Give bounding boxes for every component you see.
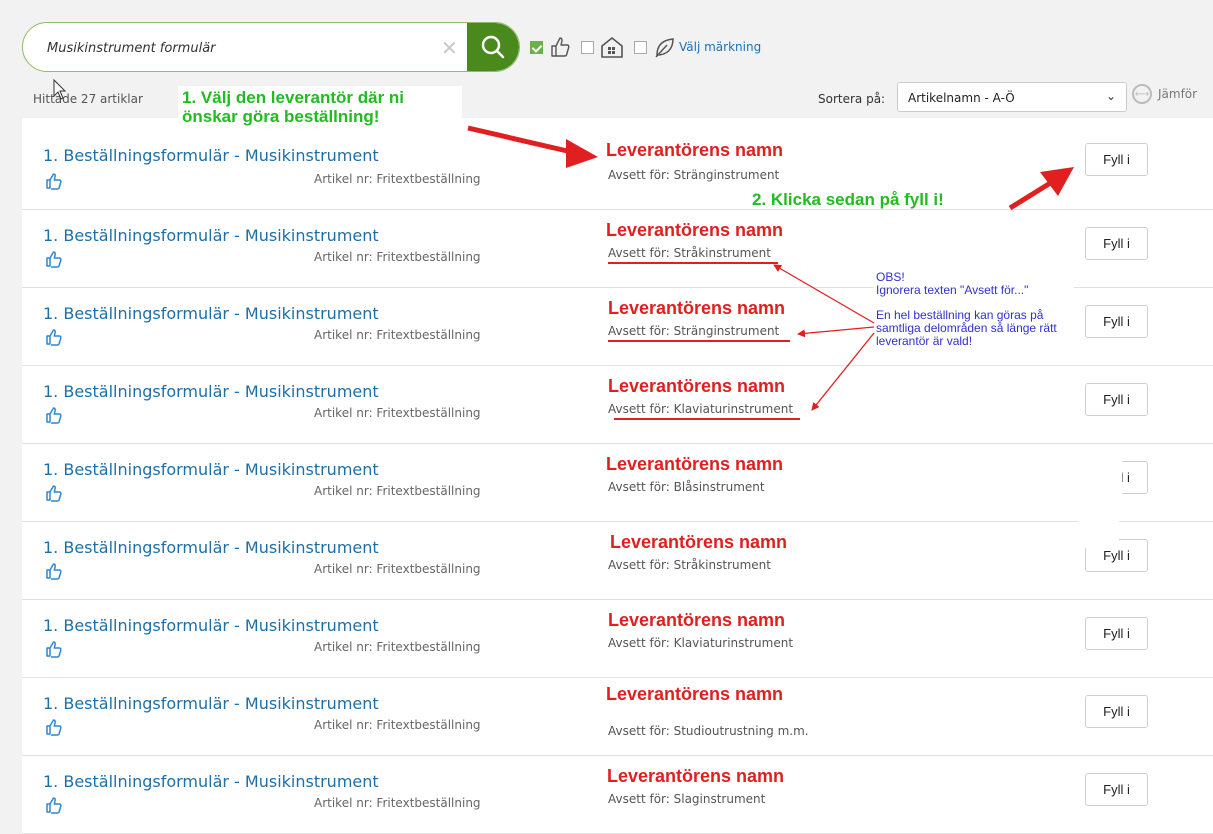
intended-for: Avsett för: Blåsinstrument bbox=[608, 480, 765, 494]
thumbs-up-icon bbox=[45, 484, 63, 506]
chevron-down-icon: ⌄ bbox=[1105, 89, 1116, 103]
annotation-underline bbox=[608, 340, 790, 342]
thumbs-up-icon bbox=[45, 328, 63, 350]
annotation-step1: 1. Välj den leverantör där ni önskar gör… bbox=[178, 86, 462, 128]
thumbs-up-icon bbox=[45, 718, 63, 740]
search-button[interactable] bbox=[467, 23, 519, 71]
annotation-obs: OBS! Ignorera texten "Avsett för..." En … bbox=[874, 269, 1074, 350]
article-number: Artikel nr: Fritextbeställning bbox=[314, 640, 481, 654]
intended-for: Avsett för: Klaviaturinstrument bbox=[608, 402, 794, 416]
sort-value: Artikelnamn - A-Ö bbox=[908, 91, 1015, 105]
list-item: 1. Beställningsformulär - Musikinstrumen… bbox=[22, 522, 1213, 600]
fill-in-button[interactable]: Fyll i bbox=[1085, 227, 1148, 260]
supplier-name: Leverantörens namn bbox=[606, 454, 784, 474]
search-input[interactable] bbox=[45, 23, 449, 71]
clear-icon[interactable]: ✕ bbox=[441, 36, 458, 60]
supplier-name: Leverantörens namn bbox=[606, 140, 784, 160]
thumbs-up-icon bbox=[45, 796, 63, 818]
fill-in-button[interactable]: Fyll i bbox=[1085, 695, 1148, 728]
item-title-link[interactable]: 1. Beställningsformulär - Musikinstrumen… bbox=[43, 460, 379, 479]
intended-for: Avsett för: Studioutrustning m.m. bbox=[608, 724, 809, 738]
intended-for: Avsett för: Stränginstrument bbox=[608, 168, 780, 182]
eco-label-checkbox[interactable] bbox=[634, 40, 647, 54]
item-title-link[interactable]: 1. Beställningsformulär - Musikinstrumen… bbox=[43, 146, 379, 165]
article-number: Artikel nr: Fritextbeställning bbox=[314, 718, 481, 732]
supplier-name: Leverantörens namn bbox=[608, 376, 786, 396]
article-number: Artikel nr: Fritextbeställning bbox=[314, 562, 481, 576]
compare-icon: ⟷ bbox=[1132, 84, 1152, 104]
municipality-checkbox[interactable] bbox=[581, 40, 594, 54]
intended-for: Avsett för: Klaviaturinstrument bbox=[608, 636, 794, 650]
filter-row: Välj märkning bbox=[530, 33, 761, 61]
item-title-link[interactable]: 1. Beställningsformulär - Musikinstrumen… bbox=[43, 382, 379, 401]
article-number: Artikel nr: Fritextbeställning bbox=[314, 406, 481, 420]
supplier-name: Leverantörens namn bbox=[610, 532, 788, 552]
compare-button[interactable]: ⟷ Jämför bbox=[1132, 84, 1197, 104]
article-number: Artikel nr: Fritextbeställning bbox=[314, 484, 481, 498]
intended-for: Avsett för: Stråkinstrument bbox=[608, 558, 771, 572]
item-title-link[interactable]: 1. Beställningsformulär - Musikinstrumen… bbox=[43, 772, 379, 791]
search-icon bbox=[481, 35, 505, 59]
search-box: ✕ bbox=[22, 22, 520, 72]
list-item: 1. Beställningsformulär - Musikinstrumen… bbox=[22, 678, 1213, 756]
item-title-link[interactable]: 1. Beställningsformulär - Musikinstrumen… bbox=[43, 538, 379, 557]
annotation-underline bbox=[608, 262, 778, 264]
item-title-link[interactable]: 1. Beställningsformulär - Musikinstrumen… bbox=[43, 616, 379, 635]
intended-for: Avsett för: Slaginstrument bbox=[608, 792, 766, 806]
thumbs-up-icon bbox=[45, 562, 63, 584]
choose-label-link[interactable]: Välj märkning bbox=[679, 40, 761, 54]
list-item: 1. Beställningsformulär - Musikinstrumen… bbox=[22, 366, 1213, 444]
intended-for: Avsett för: Stråkinstrument bbox=[608, 246, 771, 260]
thumbs-up-icon bbox=[45, 250, 63, 272]
supplier-name: Leverantörens namn bbox=[607, 766, 785, 786]
item-title-link[interactable]: 1. Beställningsformulär - Musikinstrumen… bbox=[43, 226, 379, 245]
fill-in-button[interactable]: Fyll i bbox=[1085, 383, 1148, 416]
fill-in-button[interactable]: Fyll i bbox=[1085, 305, 1148, 338]
supplier-name: Leverantörens namn bbox=[606, 220, 784, 240]
article-number: Artikel nr: Fritextbeställning bbox=[314, 250, 481, 264]
article-number: Artikel nr: Fritextbeställning bbox=[314, 328, 481, 342]
thumbs-up-icon bbox=[45, 640, 63, 662]
list-item: 1. Beställningsformulär - Musikinstrumen… bbox=[22, 756, 1213, 834]
fill-in-button[interactable]: Fyll i bbox=[1085, 773, 1148, 806]
building-icon bbox=[600, 35, 624, 59]
item-title-link[interactable]: 1. Beställningsformulär - Musikinstrumen… bbox=[43, 304, 379, 323]
fill-in-button[interactable]: Fyll i bbox=[1085, 617, 1148, 650]
thumbs-up-icon bbox=[45, 172, 63, 194]
list-item: 1. Beställningsformulär - Musikinstrumen… bbox=[22, 118, 1213, 210]
sort-label: Sortera på: bbox=[818, 92, 886, 106]
fill-in-button[interactable]: Fyll i bbox=[1085, 143, 1148, 176]
compare-label: Jämför bbox=[1158, 87, 1198, 101]
thumbs-up-icon bbox=[549, 36, 571, 58]
annotation-step2: 2. Klicka sedan på fyll i! bbox=[752, 190, 944, 209]
favorites-checkbox[interactable] bbox=[530, 40, 543, 54]
annotation-mask bbox=[1079, 478, 1119, 548]
article-number: Artikel nr: Fritextbeställning bbox=[314, 796, 481, 810]
supplier-name: Leverantörens namn bbox=[608, 298, 786, 318]
article-number: Artikel nr: Fritextbeställning bbox=[314, 172, 481, 186]
item-title-link[interactable]: 1. Beställningsformulär - Musikinstrumen… bbox=[43, 694, 379, 713]
supplier-name: Leverantörens namn bbox=[608, 610, 786, 630]
leaf-icon bbox=[653, 36, 675, 58]
intended-for: Avsett för: Stränginstrument bbox=[608, 324, 780, 338]
list-item: 1. Beställningsformulär - Musikinstrumen… bbox=[22, 600, 1213, 678]
found-count: Hittade 27 artiklar bbox=[33, 92, 143, 106]
thumbs-up-icon bbox=[45, 406, 63, 428]
sort-select[interactable]: Artikelnamn - A-Ö ⌄ bbox=[897, 82, 1127, 112]
obs-line1: Ignorera texten "Avsett för..." bbox=[876, 283, 1029, 297]
annotation-underline bbox=[614, 418, 800, 420]
obs-line2: En hel beställning kan göras på samtliga… bbox=[876, 308, 1057, 348]
supplier-name: Leverantörens namn bbox=[606, 684, 784, 704]
